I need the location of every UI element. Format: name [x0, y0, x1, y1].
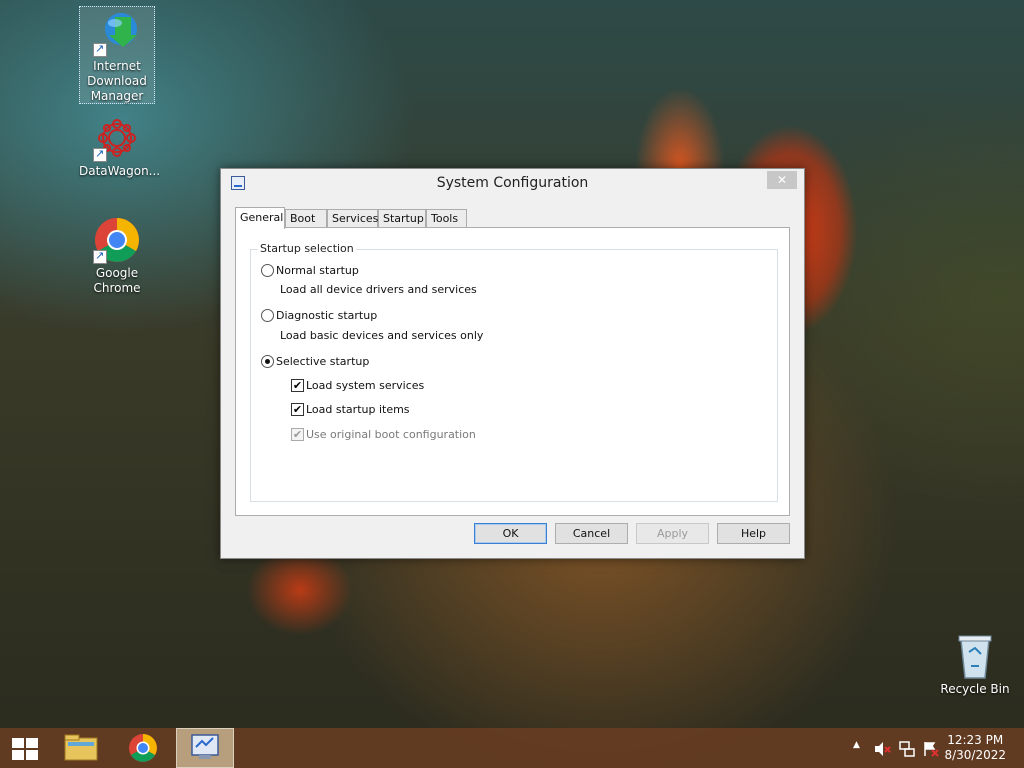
- checkbox-checked[interactable]: ✔: [291, 378, 304, 392]
- ok-button[interactable]: OK: [474, 523, 547, 544]
- desktop-icon-label: Internet Download Manager: [87, 59, 147, 103]
- apply-button: Apply: [636, 523, 709, 544]
- radio-button[interactable]: [261, 308, 274, 322]
- taskbar-file-explorer[interactable]: [52, 728, 110, 768]
- desktop-icon-label: Google Chrome: [93, 266, 141, 295]
- msconfig-icon: [191, 734, 219, 759]
- general-tab-panel: Startup selection Normal startup Load al…: [235, 227, 790, 516]
- normal-startup-radio[interactable]: Normal startup: [261, 263, 359, 278]
- action-center-flag-icon[interactable]: [922, 740, 940, 758]
- use-original-boot-config-checkbox: ✔ Use original boot configuration: [291, 427, 476, 442]
- help-button[interactable]: Help: [717, 523, 790, 544]
- desktop-icon-datawagon[interactable]: DataWagon...: [79, 112, 161, 179]
- taskbar-chrome[interactable]: [114, 728, 172, 768]
- chrome-icon: [129, 734, 157, 762]
- desktop-icon-internet-download-manager[interactable]: Internet Download Manager: [79, 6, 155, 104]
- clock-date: 8/30/2022: [944, 748, 1006, 762]
- load-startup-items-checkbox[interactable]: ✔ Load startup items: [291, 402, 410, 417]
- tab-tools[interactable]: Tools: [426, 209, 467, 228]
- shortcut-arrow-icon: [93, 248, 107, 264]
- radio-label: Normal startup: [276, 264, 359, 277]
- file-explorer-icon: [64, 734, 98, 761]
- checkbox-checked[interactable]: ✔: [291, 402, 304, 416]
- start-button-windows-icon[interactable]: [12, 738, 38, 760]
- show-hidden-icons-chevron-up-icon[interactable]: ▲: [853, 740, 860, 750]
- network-icon[interactable]: [898, 740, 916, 758]
- volume-muted-icon[interactable]: [873, 740, 891, 758]
- tab-startup[interactable]: Startup: [378, 209, 426, 228]
- selective-startup-radio[interactable]: Selective startup: [261, 354, 370, 369]
- radio-label: Diagnostic startup: [276, 309, 378, 322]
- checkbox-label: Load startup items: [306, 403, 410, 416]
- tab-boot[interactable]: Boot: [285, 209, 327, 228]
- shortcut-arrow-icon: [93, 146, 107, 162]
- tab-services[interactable]: Services: [327, 209, 378, 228]
- system-configuration-dialog: System Configuration ✕ General Boot Serv…: [220, 168, 805, 559]
- startup-selection-group: Startup selection Normal startup Load al…: [250, 242, 778, 502]
- diagnostic-startup-radio[interactable]: Diagnostic startup: [261, 308, 378, 323]
- cancel-button[interactable]: Cancel: [555, 523, 628, 544]
- radio-button-selected[interactable]: [261, 354, 274, 368]
- radio-label: Selective startup: [276, 355, 370, 368]
- taskbar-clock[interactable]: 12:23 PM 8/30/2022: [944, 733, 1006, 763]
- radio-button[interactable]: [261, 263, 274, 277]
- close-button[interactable]: ✕: [767, 171, 797, 189]
- taskbar-system-configuration[interactable]: [176, 728, 234, 768]
- clock-time: 12:23 PM: [947, 733, 1004, 747]
- idm-icon: [93, 9, 141, 57]
- datawagon-icon: [93, 114, 141, 162]
- group-label: Startup selection: [258, 242, 356, 255]
- dialog-title: System Configuration: [436, 175, 589, 191]
- normal-startup-description: Load all device drivers and services: [280, 283, 477, 296]
- desktop-icon-label: DataWagon...: [79, 164, 161, 178]
- tab-general[interactable]: General: [235, 207, 285, 229]
- checkbox-label: Use original boot configuration: [306, 428, 476, 441]
- chrome-icon: [93, 216, 141, 264]
- load-system-services-checkbox[interactable]: ✔ Load system services: [291, 378, 425, 393]
- checkbox-disabled-checked: ✔: [291, 427, 304, 441]
- taskbar: ▲ 12:23 PM 8/30/2022: [0, 728, 1024, 768]
- diagnostic-startup-description: Load basic devices and services only: [280, 329, 484, 342]
- recycle-bin-icon: [951, 632, 999, 680]
- notification-area: ▲: [848, 728, 948, 768]
- title-bar[interactable]: System Configuration ✕: [221, 169, 804, 199]
- shortcut-arrow-icon: [93, 41, 107, 57]
- desktop-icon-google-chrome[interactable]: Google Chrome: [79, 214, 155, 296]
- checkbox-label: Load system services: [306, 379, 425, 392]
- desktop-icon-label: Recycle Bin: [940, 682, 1010, 696]
- desktop-icon-recycle-bin[interactable]: Recycle Bin: [937, 630, 1013, 697]
